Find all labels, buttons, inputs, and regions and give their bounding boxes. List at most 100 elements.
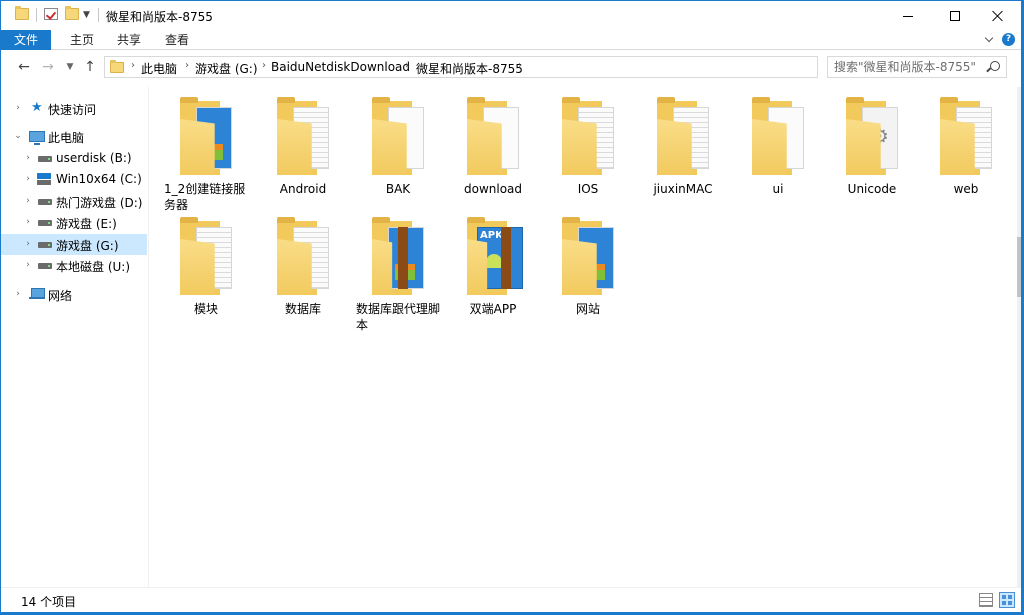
- folder-with-document-icon: [277, 217, 333, 295]
- scrollbar-thumb[interactable]: [1017, 237, 1021, 297]
- sidebar-item-network[interactable]: › 网络: [1, 284, 147, 305]
- sidebar-item-drive-u[interactable]: › 本地磁盘 (U:): [1, 255, 147, 276]
- folder-with-document-icon: [277, 97, 333, 175]
- new-folder-icon[interactable]: [65, 6, 79, 20]
- breadcrumb-separator-icon[interactable]: ›: [518, 60, 522, 71]
- sidebar-item-this-pc[interactable]: ⌄ 此电脑: [1, 126, 147, 147]
- folder-with-document-icon: [940, 97, 996, 175]
- item-count: 14 个项目: [21, 595, 77, 609]
- breadcrumb-separator-icon[interactable]: ›: [405, 60, 409, 71]
- close-button[interactable]: [975, 1, 1021, 31]
- folder-item[interactable]: IOS: [542, 95, 634, 213]
- recent-locations-chevron-icon[interactable]: ▼: [61, 57, 79, 77]
- help-icon[interactable]: ?: [1002, 33, 1015, 46]
- chevron-right-icon[interactable]: ›: [13, 289, 23, 299]
- folder-name: ui: [772, 182, 784, 196]
- sidebar-item-drive-g[interactable]: › 游戏盘 (G:): [1, 234, 147, 255]
- folder-item[interactable]: APK 双端APP: [447, 215, 539, 333]
- forward-arrow-icon[interactable]: →: [39, 57, 57, 77]
- breadcrumb-drive-g[interactable]: 游戏盘 (G:): [195, 60, 258, 77]
- folder-item[interactable]: 1_2创建链接服务器: [160, 95, 252, 213]
- search-input[interactable]: [834, 59, 982, 75]
- folder-name: 模块: [193, 302, 218, 316]
- windows-drive-icon: [37, 173, 51, 185]
- breadcrumb-this-pc[interactable]: 此电脑: [141, 60, 177, 77]
- folder-item[interactable]: Android: [257, 95, 349, 213]
- folder-item[interactable]: jiuxinMAC: [637, 95, 729, 213]
- details-view-icon[interactable]: [979, 593, 993, 607]
- up-arrow-icon[interactable]: ↑: [81, 57, 99, 77]
- folder-with-document-icon: [562, 97, 618, 175]
- folder-item[interactable]: ui: [732, 95, 824, 213]
- drive-icon: [38, 220, 52, 226]
- tab-share[interactable]: 共享: [117, 30, 141, 50]
- breadcrumb-separator-icon[interactable]: ›: [262, 60, 266, 71]
- sidebar-item-label: 游戏盘 (G:): [56, 239, 119, 253]
- folder-item[interactable]: 数据库跟代理脚本: [352, 215, 444, 333]
- folder-icon[interactable]: [15, 6, 29, 20]
- archive-folder-icon: [372, 217, 428, 295]
- breadcrumb-current-folder[interactable]: 微星和尚版本-8755: [416, 60, 523, 77]
- folder-item[interactable]: 网站: [542, 215, 634, 333]
- folder-item[interactable]: web: [920, 95, 1012, 213]
- navigation-bar: ← → ▼ ↑ › 此电脑 › 游戏盘 (G:) › BaiduNetdiskD…: [1, 51, 1021, 83]
- folder-item[interactable]: download: [447, 95, 539, 213]
- tab-home[interactable]: 主页: [70, 30, 94, 50]
- sidebar-item-label: 网络: [48, 289, 73, 303]
- chevron-right-icon[interactable]: ›: [13, 103, 23, 113]
- title-separator: [98, 8, 99, 22]
- sidebar-item-drive-e[interactable]: › 游戏盘 (E:): [1, 212, 147, 233]
- folder-name: 1_2创建链接服务器: [164, 182, 246, 212]
- chevron-right-icon[interactable]: ›: [23, 239, 33, 249]
- sidebar-item-label: 本地磁盘 (U:): [56, 260, 131, 274]
- breadcrumb-separator-icon[interactable]: ›: [131, 60, 135, 71]
- folder-name: IOS: [577, 182, 599, 196]
- title-bar: ▼ 微星和尚版本-8755: [1, 1, 1021, 31]
- minimize-icon: [903, 15, 913, 17]
- chevron-right-icon[interactable]: ›: [23, 174, 33, 184]
- back-arrow-icon[interactable]: ←: [15, 57, 33, 77]
- sidebar-item-label: 快速访问: [48, 103, 97, 117]
- maximize-button[interactable]: [932, 1, 978, 31]
- expand-ribbon-chevron-icon[interactable]: [985, 35, 995, 45]
- sidebar-item-drive-d[interactable]: › 热门游戏盘 (D:): [1, 191, 147, 212]
- apk-archive-folder-icon: APK: [467, 217, 523, 295]
- folder-name: 网站: [575, 302, 600, 316]
- folder-with-settings-icon: [846, 97, 902, 175]
- sidebar-item-quick-access[interactable]: › ★ 快速访问: [1, 98, 147, 119]
- chevron-right-icon[interactable]: ›: [23, 217, 33, 227]
- sidebar-item-label: Win10x64 (C:): [56, 172, 142, 186]
- search-icon[interactable]: [990, 61, 1000, 71]
- tab-file[interactable]: 文件: [1, 30, 51, 50]
- chevron-right-icon[interactable]: ›: [23, 260, 33, 270]
- folder-item[interactable]: 数据库: [257, 215, 349, 333]
- customize-toolbar-dropdown-icon[interactable]: ▼: [83, 9, 93, 21]
- sidebar-item-drive-b[interactable]: › userdisk (B:): [1, 148, 147, 169]
- navigation-pane: › ★ 快速访问 ⌄ 此电脑 › userdisk (B:) › Win10x6…: [1, 87, 149, 587]
- properties-icon[interactable]: [44, 8, 58, 20]
- explorer-window: ▼ 微星和尚版本-8755 文件 主页 共享 查看 ? ← → ▼ ↑ › 此电…: [0, 0, 1022, 613]
- folder-item[interactable]: BAK: [352, 95, 444, 213]
- breadcrumb-separator-icon[interactable]: ›: [185, 60, 189, 71]
- folder-with-document-icon: [467, 97, 523, 175]
- search-box[interactable]: [827, 56, 1007, 78]
- breadcrumb-baidunetdisk[interactable]: BaiduNetdiskDownload: [271, 60, 410, 74]
- sidebar-item-drive-c[interactable]: › Win10x64 (C:): [1, 169, 147, 190]
- address-bar[interactable]: › 此电脑 › 游戏盘 (G:) › BaiduNetdiskDownload …: [104, 56, 916, 78]
- folder-name: 数据库: [284, 302, 321, 316]
- apk-badge: APK: [480, 230, 503, 241]
- tab-view[interactable]: 查看: [165, 30, 189, 50]
- folder-item[interactable]: 模块: [160, 215, 252, 333]
- sidebar-item-label: 热门游戏盘 (D:): [56, 196, 143, 210]
- chevron-right-icon[interactable]: ›: [23, 153, 33, 163]
- folder-item[interactable]: Unicode: [826, 95, 918, 213]
- chevron-down-icon[interactable]: ⌄: [13, 131, 23, 141]
- drive-icon: [38, 199, 52, 205]
- network-icon: [29, 288, 45, 300]
- sidebar-item-label: 游戏盘 (E:): [56, 217, 117, 231]
- large-icons-view-icon[interactable]: [999, 592, 1015, 608]
- vertical-scrollbar[interactable]: [1017, 87, 1021, 587]
- minimize-button[interactable]: [885, 1, 931, 31]
- chevron-right-icon[interactable]: ›: [23, 196, 33, 206]
- computer-icon: [29, 131, 45, 145]
